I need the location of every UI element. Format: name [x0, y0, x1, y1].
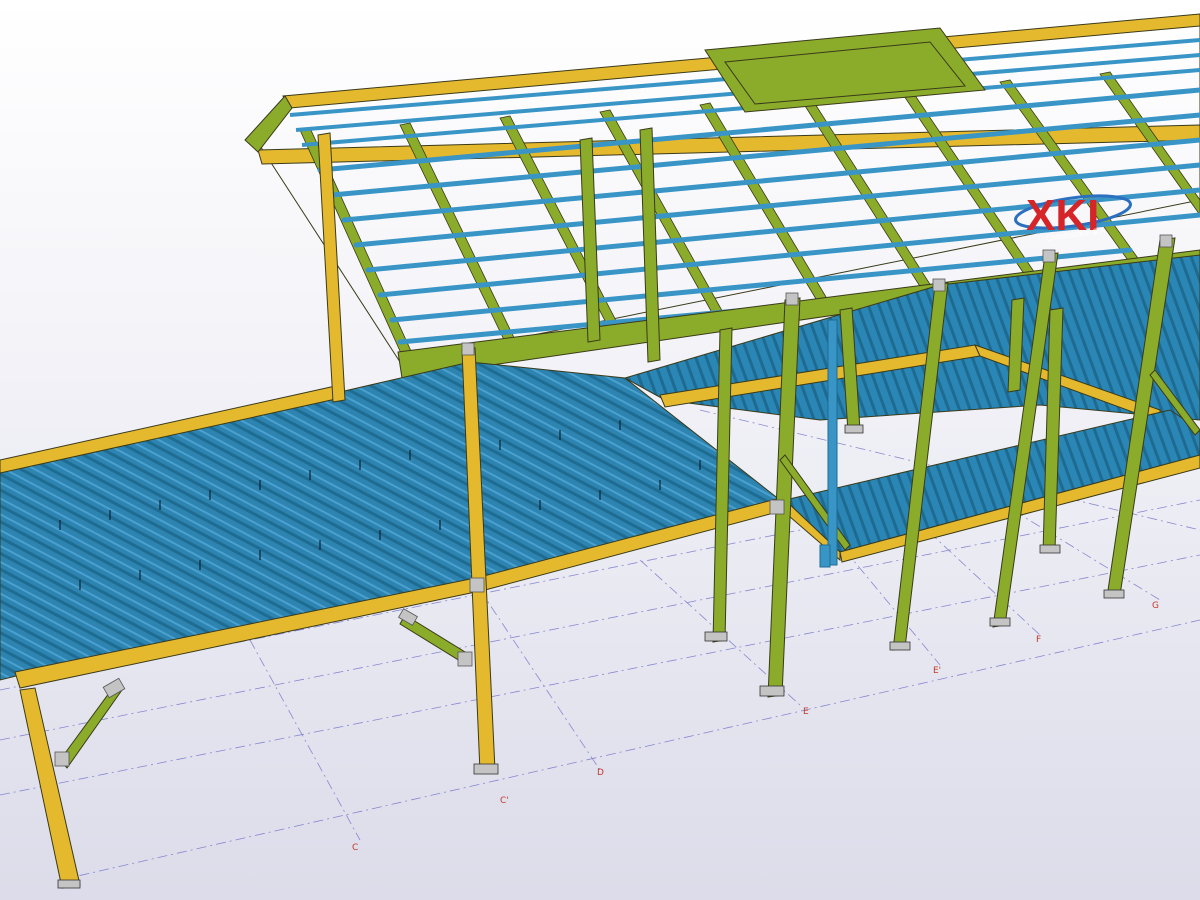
grid-labels: C C' D E E' F G — [352, 601, 1159, 853]
grid-label-d: D — [597, 768, 604, 778]
grid-label-f: F — [1036, 635, 1041, 645]
grid-label-e-prime: E' — [933, 666, 941, 676]
grid-label-e: E — [803, 707, 809, 717]
floor-deck-right — [623, 254, 1200, 423]
grid-label-c: C — [352, 843, 358, 853]
column-front-left — [19, 687, 81, 889]
roof-skylight-frame — [704, 27, 986, 113]
structural-3d-model-viewport[interactable]: C C' D E E' F G XKI Construction & A — [0, 0, 1200, 900]
grid-label-c-prime: C' — [500, 796, 509, 806]
column-rear-left — [317, 132, 346, 403]
floor-deck-left — [0, 361, 786, 689]
grid-label-g: G — [1152, 601, 1159, 611]
